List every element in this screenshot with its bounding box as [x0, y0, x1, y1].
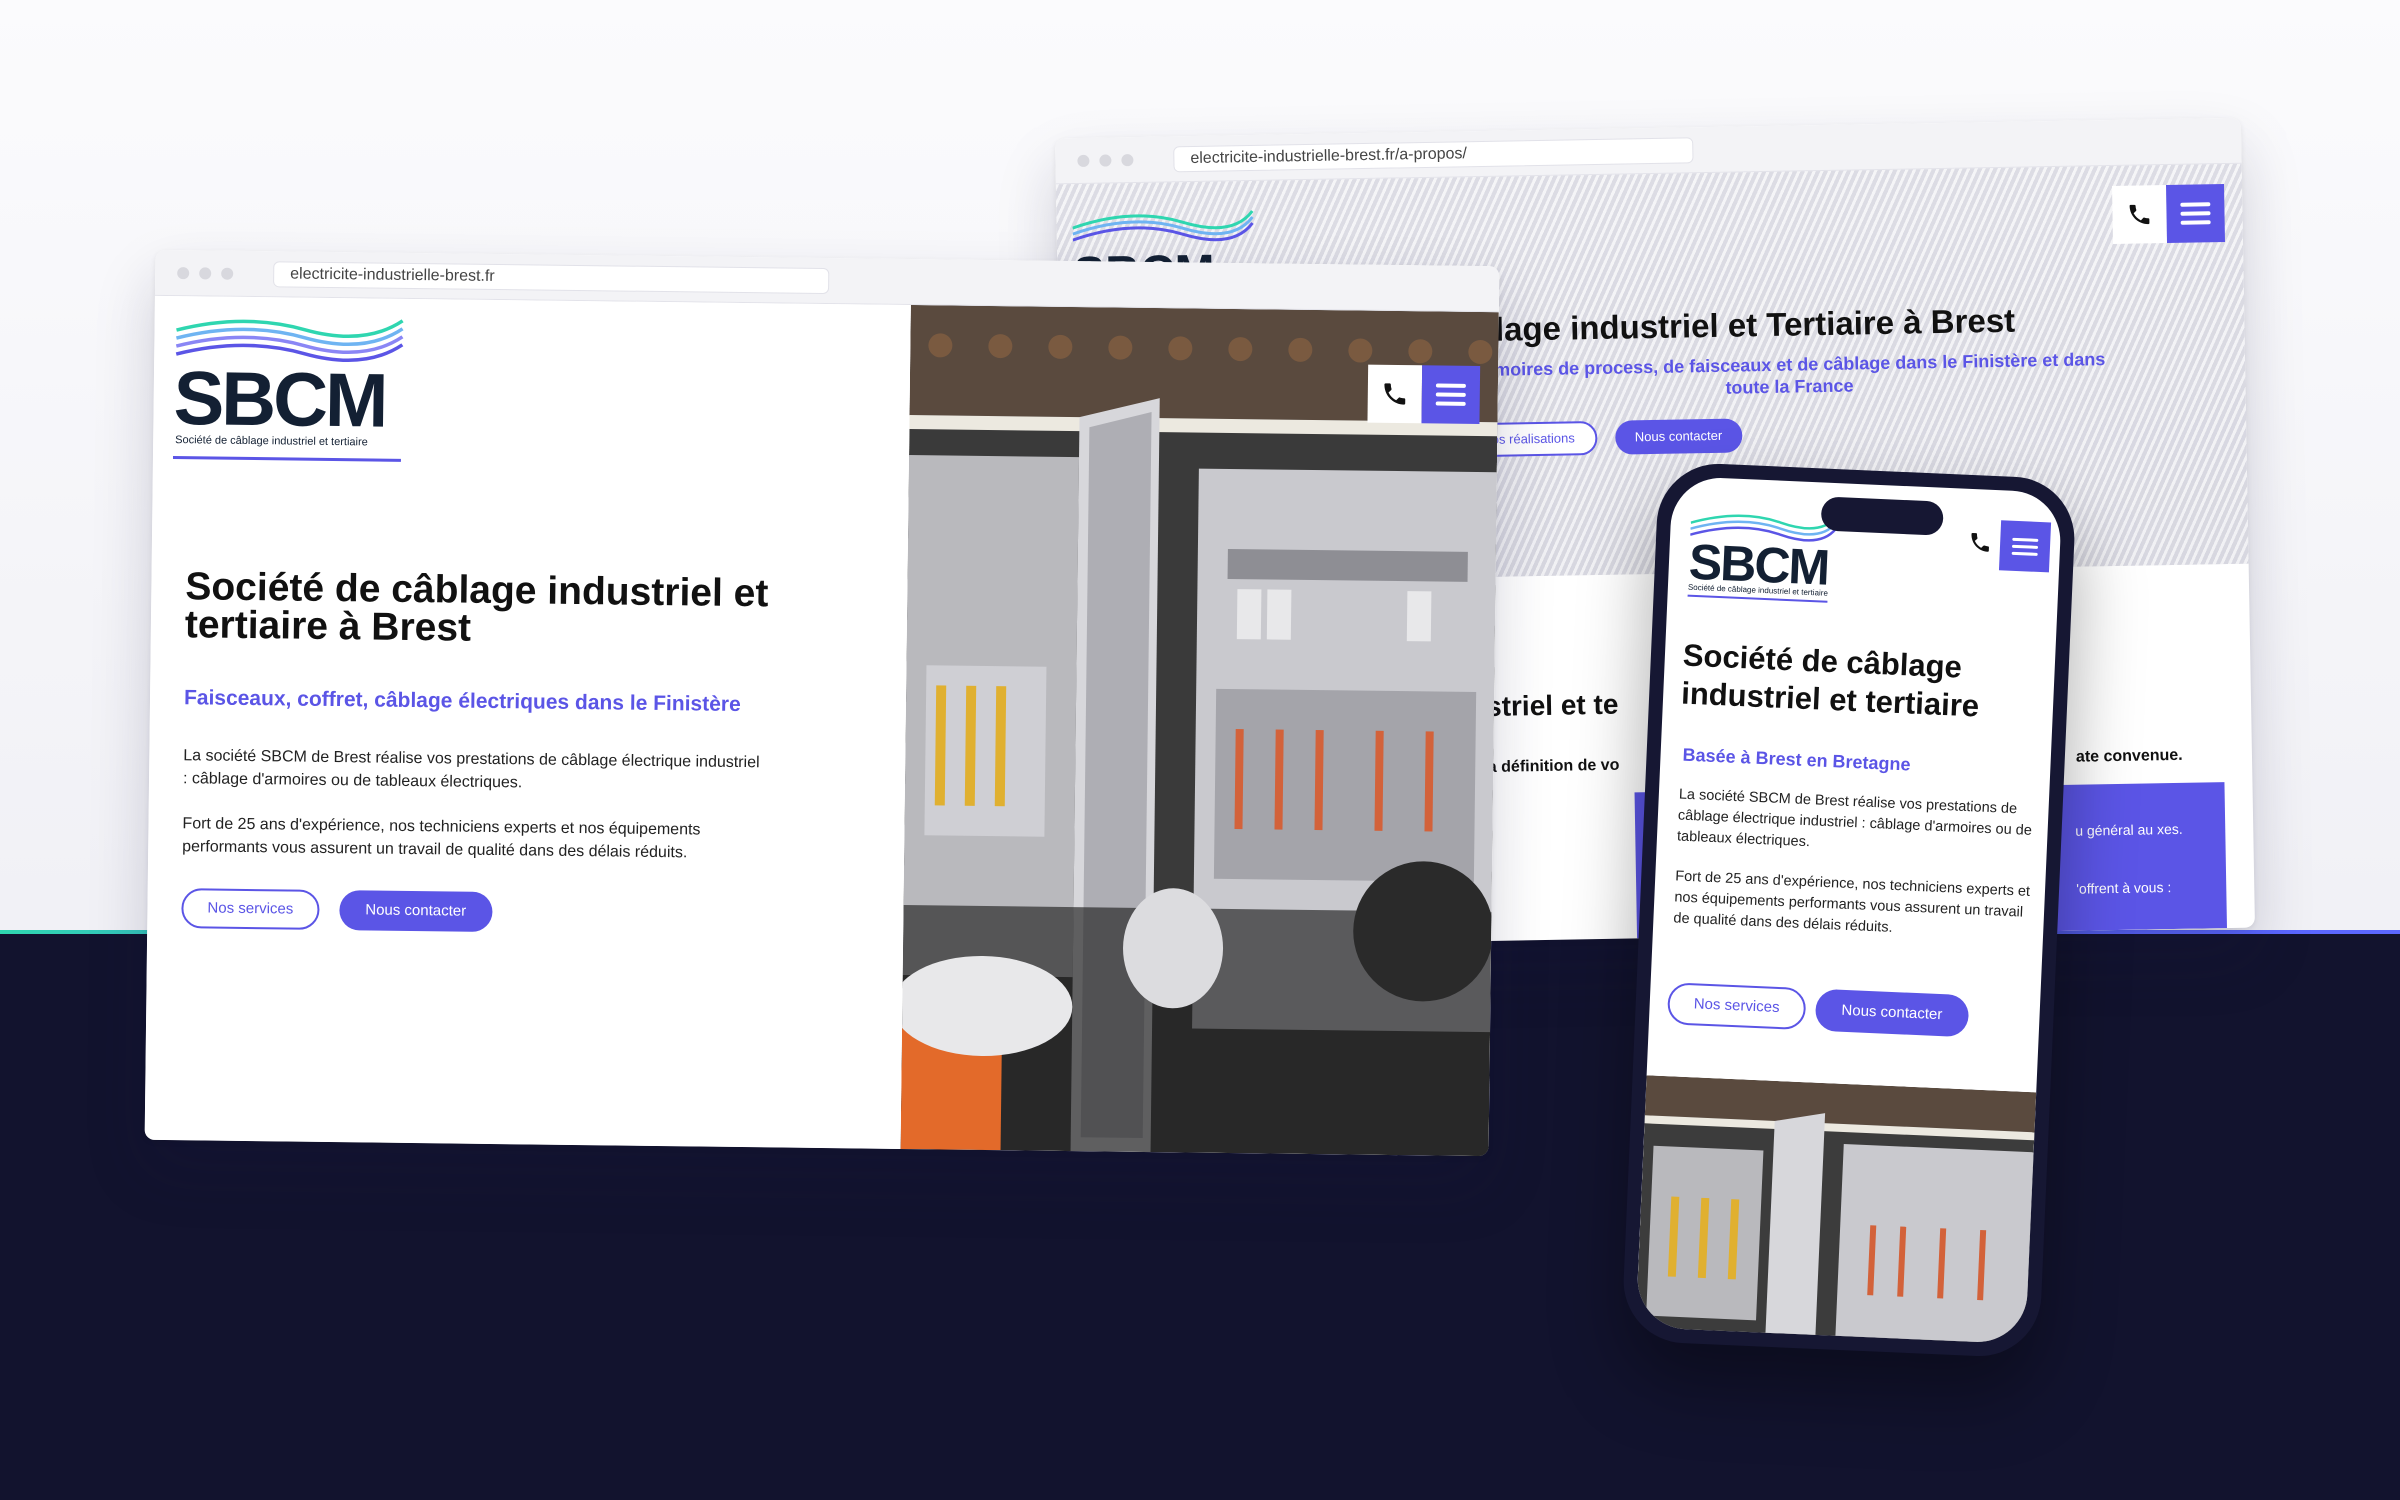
services-button[interactable]: Nos services [1666, 982, 1807, 1031]
window-dot-icon[interactable] [1121, 153, 1134, 166]
phone-icon[interactable] [1959, 519, 2001, 567]
window-dot-icon[interactable] [1077, 154, 1090, 167]
hero-text-panel: SBCM Société de câblage industriel et te… [144, 295, 911, 1149]
phone-icon[interactable] [2112, 185, 2168, 244]
page-title: Société de câblage industriel et tertiai… [184, 565, 769, 650]
home-page-browser-window: electricite-industrielle-brest.fr SBCM S… [144, 249, 1500, 1157]
intro-paragraph: La société SBCM de Brest réalise vos pre… [182, 747, 760, 792]
page-subtitle: Faisceaux, coffret, câblage électriques … [183, 686, 741, 717]
address-bar[interactable]: electricite-industrielle-brest.fr/a-prop… [1173, 136, 1694, 172]
contact-button[interactable]: Nous contacter [339, 890, 493, 932]
logo-tagline: Société de câblage industriel et tertiai… [175, 434, 368, 449]
header-actions [2112, 184, 2226, 244]
hero-buttons: Nos services Nous contacter [1666, 982, 1970, 1038]
contact-button[interactable]: Nous contacter [1614, 418, 1743, 455]
intro-paragraph: La société SBCM de Brest réalise vos pre… [1676, 786, 2033, 851]
services-button[interactable]: Nos services [181, 888, 320, 930]
experience-paragraph: Fort de 25 ans d'expérience, nos technic… [1673, 868, 2031, 936]
window-dot-icon[interactable] [199, 266, 212, 280]
highlight-text: 'offrent à vous : [2076, 879, 2172, 897]
phone-icon[interactable] [1367, 364, 1423, 424]
section-text: ate convenue. [2075, 746, 2183, 766]
window-dot-icon[interactable] [177, 266, 190, 279]
header-actions [1959, 519, 2052, 573]
mobile-screen: SBCM Société de câblage industriel et te… [1635, 475, 2063, 1345]
highlight-text: u général au xes. [2075, 820, 2183, 839]
hero-buttons: Nos réalisations Nous contacter [1460, 418, 1743, 458]
electrical-cabinet-photo [900, 305, 1499, 1157]
window-dot-icon[interactable] [1099, 153, 1112, 167]
hamburger-menu-icon[interactable] [1998, 520, 2052, 573]
dynamic-island [1820, 496, 1944, 536]
page-subtitle: Basée à Brest en Bretagne [1682, 744, 1911, 775]
page-title: Société de câblage industriel et tertiai… [1680, 637, 1980, 724]
hamburger-menu-icon[interactable] [1421, 365, 1481, 425]
header-actions [1367, 364, 1481, 425]
hamburger-menu-icon[interactable] [2166, 184, 2226, 244]
logo[interactable]: SBCM Société de câblage industriel et te… [1687, 499, 1841, 610]
experience-paragraph: Fort de 25 ans d'expérience, nos technic… [182, 815, 701, 862]
electrical-cabinet-photo [1635, 1075, 2037, 1345]
hero-buttons: Nos services Nous contacter [181, 888, 493, 932]
svg-text:SBCM: SBCM [173, 356, 386, 444]
window-dot-icon[interactable] [221, 267, 234, 280]
contact-button[interactable]: Nous contacter [1814, 988, 1970, 1038]
address-bar[interactable]: electricite-industrielle-brest.fr [273, 260, 830, 294]
logo[interactable]: SBCM Société de câblage industriel et te… [172, 310, 415, 468]
mobile-device-frame: SBCM Société de câblage industriel et te… [1621, 461, 2077, 1359]
